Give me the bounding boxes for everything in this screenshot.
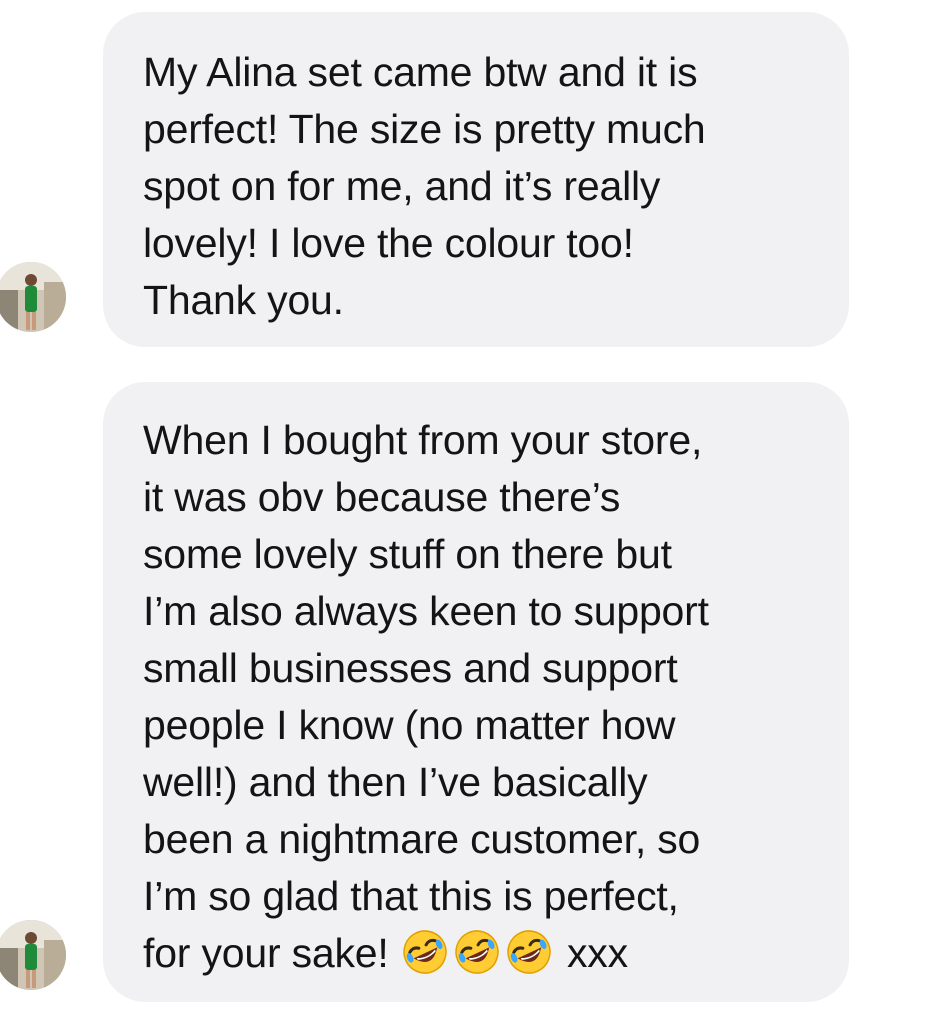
message-text-line: lovely! I love the colour too! xyxy=(143,220,634,266)
message-text-line: My Alina set came btw and it is xyxy=(143,49,698,95)
sender-avatar[interactable] xyxy=(0,262,66,332)
message-text-line: it was obv because there’s xyxy=(143,474,621,520)
message-text-line: small businesses and support xyxy=(143,645,678,691)
rolling-on-floor-laughing-emoji-icon xyxy=(504,927,554,977)
message-bubble[interactable]: When I bought from your store, it was ob… xyxy=(103,382,849,1002)
message-text-line: well!) and then I’ve basically xyxy=(143,759,648,805)
message-text-line: spot on for me, and it’s really xyxy=(143,163,661,209)
message-thread: My Alina set came btw and it is perfect!… xyxy=(0,0,939,1029)
message-text-line: been a nightmare customer, so xyxy=(143,816,701,862)
message-text-line: I’m also always keen to support xyxy=(143,588,709,634)
message-text-fragment: xxx xyxy=(567,930,628,976)
rolling-on-floor-laughing-emoji-icon xyxy=(452,927,502,977)
message-bubble[interactable]: My Alina set came btw and it is perfect!… xyxy=(103,12,849,347)
message-text-line: I’m so glad that this is perfect, xyxy=(143,873,679,919)
sender-avatar[interactable] xyxy=(0,920,66,990)
message-text-line: perfect! The size is pretty much xyxy=(143,106,706,152)
message-text-line: When I bought from your store, xyxy=(143,417,703,463)
profile-photo-icon xyxy=(0,920,66,990)
message-text-line: people I know (no matter how xyxy=(143,702,676,748)
rolling-on-floor-laughing-emoji-icon xyxy=(400,927,450,977)
message-text-line: Thank you. xyxy=(143,277,344,323)
profile-photo-icon xyxy=(0,262,66,332)
message-text-line: some lovely stuff on there but xyxy=(143,531,672,577)
message-text-fragment: for your sake! xyxy=(143,930,389,976)
message-last-line: for your sake! xxx xyxy=(143,925,819,982)
